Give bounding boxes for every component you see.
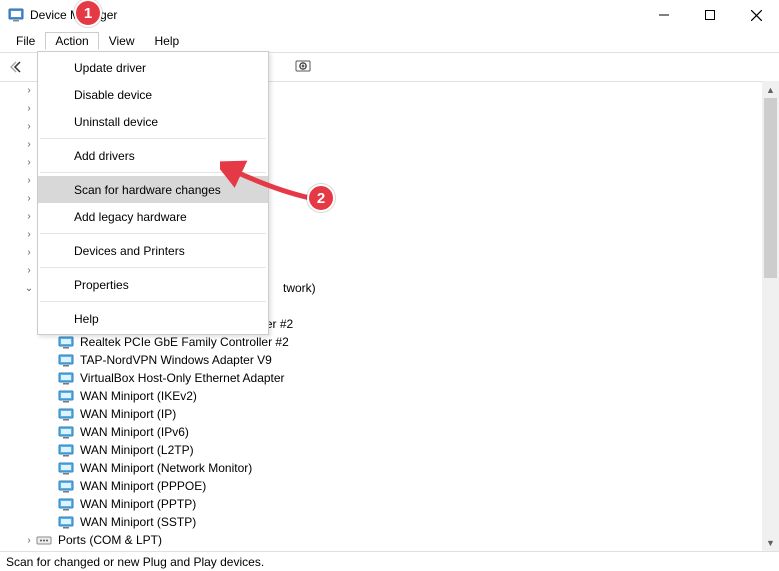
tree-item-label: WAN Miniport (L2TP) (78, 443, 196, 457)
tree-item[interactable]: Realtek PCIe GbE Family Controller #2 (8, 333, 762, 351)
chevron-right-icon[interactable]: › (22, 139, 36, 150)
titlebar: Device Manager (0, 0, 779, 30)
network-adapter-icon (58, 498, 74, 511)
scroll-up-icon[interactable]: ▲ (762, 81, 779, 98)
network-adapter-icon (58, 372, 74, 385)
tree-item-label: Ports (COM & LPT) (56, 533, 164, 547)
scan-hardware-icon[interactable] (291, 55, 315, 79)
chevron-right-icon[interactable]: › (22, 103, 36, 114)
network-adapter-icon (58, 354, 74, 367)
menu-item-help[interactable]: Help (38, 305, 268, 332)
menu-item-properties[interactable]: Properties (38, 271, 268, 298)
tree-item[interactable]: WAN Miniport (Network Monitor) (8, 459, 762, 477)
tree-item[interactable]: WAN Miniport (L2TP) (8, 441, 762, 459)
network-adapter-icon (58, 426, 74, 439)
menu-help[interactable]: Help (145, 32, 190, 50)
menu-separator (40, 301, 266, 302)
statusbar: Scan for changed or new Plug and Play de… (0, 551, 779, 571)
chevron-right-icon[interactable]: › (22, 247, 36, 258)
tree-item-label: VirtualBox Host-Only Ethernet Adapter (78, 371, 287, 385)
tree-category-ports[interactable]: › Ports (COM & LPT) (8, 531, 762, 549)
tree-item[interactable]: WAN Miniport (PPTP) (8, 495, 762, 513)
tree-item[interactable]: VirtualBox Host-Only Ethernet Adapter (8, 369, 762, 387)
menu-item-disable-device[interactable]: Disable device (38, 81, 268, 108)
tree-item[interactable]: WAN Miniport (IPv6) (8, 423, 762, 441)
network-adapter-icon (58, 480, 74, 493)
scroll-thumb[interactable] (764, 98, 777, 278)
chevron-right-icon[interactable]: › (22, 265, 36, 276)
chevron-right-icon[interactable]: › (22, 193, 36, 204)
menu-item-devices-printers[interactable]: Devices and Printers (38, 237, 268, 264)
tree-item-label: WAN Miniport (IP) (78, 407, 178, 421)
tree-item[interactable]: WAN Miniport (PPPOE) (8, 477, 762, 495)
statusbar-text: Scan for changed or new Plug and Play de… (6, 555, 264, 569)
scroll-down-icon[interactable]: ▼ (762, 534, 779, 551)
tree-item-label: WAN Miniport (PPTP) (78, 497, 198, 511)
chevron-right-icon[interactable]: › (22, 157, 36, 168)
menu-action[interactable]: Action (45, 32, 98, 50)
app-icon (8, 7, 24, 23)
maximize-button[interactable] (687, 0, 733, 30)
menu-separator (40, 233, 266, 234)
tree-item-label: WAN Miniport (Network Monitor) (78, 461, 254, 475)
back-button[interactable] (6, 55, 30, 79)
menu-separator (40, 267, 266, 268)
tree-item[interactable]: WAN Miniport (IP) (8, 405, 762, 423)
chevron-right-icon[interactable]: › (22, 211, 36, 222)
tree-item-label: WAN Miniport (IKEv2) (78, 389, 199, 403)
vertical-scrollbar[interactable]: ▲ ▼ (762, 81, 779, 551)
tree-item[interactable]: WAN Miniport (IKEv2) (8, 387, 762, 405)
menu-separator (40, 138, 266, 139)
chevron-right-icon[interactable]: › (22, 85, 36, 96)
chevron-right-icon[interactable]: › (22, 175, 36, 186)
menu-view[interactable]: View (99, 32, 145, 50)
close-button[interactable] (733, 0, 779, 30)
menu-item-update-driver[interactable]: Update driver (38, 54, 268, 81)
chevron-right-icon[interactable]: › (22, 121, 36, 132)
chevron-right-icon[interactable]: › (22, 229, 36, 240)
tree-item-label: WAN Miniport (IPv6) (78, 425, 191, 439)
menu-item-uninstall-device[interactable]: Uninstall device (38, 108, 268, 135)
chevron-right-icon[interactable]: › (22, 535, 36, 546)
tree-item-label: Realtek PCIe GbE Family Controller #2 (78, 335, 291, 349)
minimize-button[interactable] (641, 0, 687, 30)
network-adapter-icon (58, 462, 74, 475)
menubar: File Action View Help (0, 30, 779, 52)
ports-icon (36, 534, 52, 547)
annotation-badge-2: 2 (307, 184, 335, 212)
tree-item-label: WAN Miniport (SSTP) (78, 515, 198, 529)
category-label-partial: twork) (281, 281, 318, 295)
network-adapter-icon (58, 516, 74, 529)
network-adapter-icon (58, 390, 74, 403)
tree-item-label: WAN Miniport (PPPOE) (78, 479, 208, 493)
tree-item-label: TAP-NordVPN Windows Adapter V9 (78, 353, 274, 367)
annotation-badge-1: 1 (74, 0, 102, 27)
network-adapter-icon (58, 336, 74, 349)
tree-item[interactable]: TAP-NordVPN Windows Adapter V9 (8, 351, 762, 369)
network-adapter-icon (58, 408, 74, 421)
tree-item[interactable]: WAN Miniport (SSTP) (8, 513, 762, 531)
chevron-down-icon[interactable]: ⌄ (22, 283, 36, 294)
network-adapter-icon (58, 444, 74, 457)
annotation-arrow (220, 160, 320, 210)
menu-file[interactable]: File (6, 32, 45, 50)
